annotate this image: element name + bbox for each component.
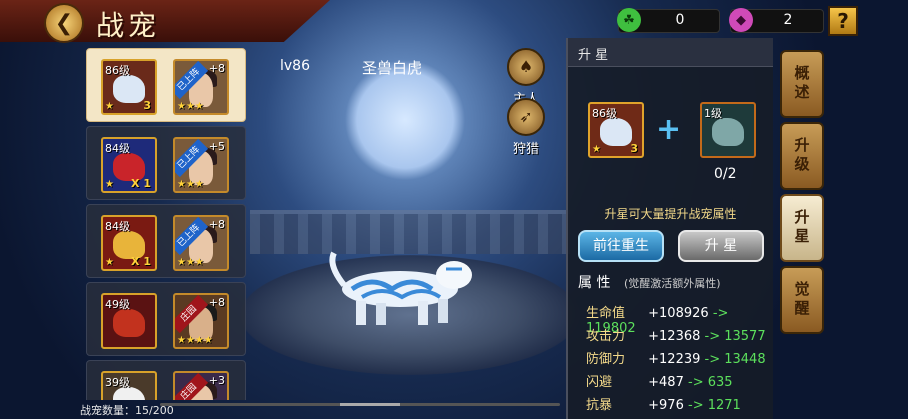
white-tiger-model <box>329 251 472 325</box>
attribute-name: 抗暴 <box>586 398 613 413</box>
attribute-current: +108926 <box>648 306 709 321</box>
pet-list[interactable]: 86级 ★ 3 已上阵 +8 ★★★ 84级 ★ X 1 已上阵 +5 ★★★ <box>86 48 246 400</box>
attribute-next: -> 13448 <box>704 352 766 367</box>
currency-gem: ◆ 2 <box>729 8 824 33</box>
pet-level: 86级 <box>105 64 130 77</box>
material-level: 1级 <box>704 107 722 120</box>
attribute-next: -> 635 <box>688 375 733 390</box>
white-tiger-icon <box>600 118 632 146</box>
plus-icon: + <box>656 112 682 147</box>
hunt-label: 狩猎 <box>512 142 539 157</box>
current-pet-count: 3 <box>630 142 638 155</box>
material-pet-slot[interactable]: 1级 <box>700 102 756 158</box>
currency-jade: ☘ 0 <box>617 8 720 33</box>
hero-portrait[interactable]: 已上阵 +5 ★★★ <box>173 137 229 193</box>
attribute-name: 闪避 <box>586 375 613 390</box>
pet-count: X 1 <box>131 177 151 190</box>
gem-value: 2 <box>783 12 793 28</box>
attribute-row: 攻击力 +12368 -> 13577 <box>586 325 766 344</box>
attribute-name: 攻击力 <box>586 329 626 344</box>
pet-portrait[interactable]: 49级 <box>101 293 157 349</box>
hero-plus: +8 <box>208 62 225 75</box>
hero-plus: +5 <box>208 140 225 153</box>
horizontal-scrollbar[interactable] <box>160 403 560 406</box>
attribute-next: -> 13577 <box>704 329 766 344</box>
page-title: 战宠 <box>96 9 161 42</box>
attribute-row: 抗暴 +976 -> 1271 <box>586 394 741 413</box>
pet-list-item[interactable]: 39级 庄园 +3 <box>86 360 246 400</box>
gem-icon: ◆ <box>729 8 753 32</box>
pet-count: 3 <box>143 99 151 112</box>
pet-list-item[interactable]: 86级 ★ 3 已上阵 +8 ★★★ <box>86 48 246 122</box>
star-icon: ★★★ <box>177 101 204 112</box>
attribute-current: +12239 <box>648 352 701 367</box>
help-button[interactable]: ? <box>828 6 858 36</box>
hero-portrait[interactable]: 庄园 +3 <box>173 371 229 400</box>
go-rebirth-button[interactable]: 前往重生 <box>578 230 664 262</box>
attributes-note: (觉醒激活额外属性) <box>624 277 721 290</box>
phoenix-icon <box>113 309 145 337</box>
pet-list-item[interactable]: 84级 ★ X 1 已上阵 +8 ★★★ <box>86 204 246 278</box>
star-icon: ★ <box>592 144 601 155</box>
attribute-name: 生命值 <box>586 306 626 321</box>
attribute-name: 防御力 <box>586 352 626 367</box>
pet-portrait[interactable]: 84级 ★ X 1 <box>101 215 157 271</box>
attribute-current: +487 <box>648 375 684 390</box>
pet-list-item[interactable]: 49级 庄园 +8 ★★★★ <box>86 282 246 356</box>
jade-value: 0 <box>675 12 685 28</box>
bow-icon: ➶ <box>507 98 545 136</box>
pet-list-item[interactable]: 84级 ★ X 1 已上阵 +5 ★★★ <box>86 126 246 200</box>
pet-portrait[interactable]: 84级 ★ X 1 <box>101 137 157 193</box>
tab-level-up[interactable]: 升级 <box>780 122 824 190</box>
white-tiger-icon <box>113 75 145 103</box>
panel-title: 升 星 <box>578 48 609 63</box>
pet-level: 49级 <box>105 298 130 311</box>
hunt-button[interactable]: ➶ 狩猎 <box>507 98 545 157</box>
hero-plus: +8 <box>208 218 225 231</box>
hero-plus: +3 <box>208 374 225 387</box>
pet-portrait[interactable]: 39级 <box>101 371 157 400</box>
star-up-button[interactable]: 升 星 <box>678 230 764 262</box>
attribute-current: +12368 <box>648 329 701 344</box>
back-arrow-icon: ❮ <box>54 10 74 36</box>
attribute-row: 防御力 +12239 -> 13448 <box>586 348 766 367</box>
star-icon: ★★★★ <box>177 335 213 346</box>
star-icon: ★★★ <box>177 179 204 190</box>
tab-overview[interactable]: 概述 <box>780 50 824 118</box>
tab-awaken[interactable]: 觉醒 <box>780 266 824 334</box>
back-button[interactable]: ❮ <box>44 3 84 43</box>
attributes-title: 属 性 <box>578 275 611 291</box>
pet-level: 84级 <box>105 142 130 155</box>
helmet-icon: ♠ <box>507 48 545 86</box>
upgrade-star-panel: 升 星 86级 ★ 3 + 1级 0/2 升星可大量提升战宠属性 前往重生 升 … <box>566 38 773 419</box>
attribute-next: -> 1271 <box>688 398 741 413</box>
scroll-thumb[interactable] <box>340 403 400 406</box>
current-pet-slot[interactable]: 86级 ★ 3 <box>588 102 644 158</box>
stage-pet-name: 圣兽白虎 <box>362 59 423 77</box>
star-icon: ★ <box>105 179 114 190</box>
star-icon: ★★★ <box>177 257 204 268</box>
star-icon: ★ <box>105 257 114 268</box>
jade-icon: ☘ <box>617 8 641 32</box>
current-pet-level: 86级 <box>592 107 617 120</box>
stage-pet-level: lv86 <box>280 58 310 74</box>
hero-portrait[interactable]: 已上阵 +8 ★★★ <box>173 215 229 271</box>
hero-portrait[interactable]: 庄园 +8 ★★★★ <box>173 293 229 349</box>
upgrade-hint: 升星可大量提升战宠属性 <box>604 207 737 221</box>
star-icon: ★ <box>105 101 114 112</box>
white-tiger-silhouette-icon <box>712 118 744 146</box>
hero-portrait[interactable]: 已上阵 +8 ★★★ <box>173 59 229 115</box>
attribute-current: +976 <box>648 398 684 413</box>
hero-plus: +8 <box>208 296 225 309</box>
pet-level: 84级 <box>105 220 130 233</box>
material-required-count: 0/2 <box>714 166 737 182</box>
pet-count: X 1 <box>131 255 151 268</box>
pet-level: 39级 <box>105 376 130 389</box>
attribute-row: 闪避 +487 -> 635 <box>586 371 733 390</box>
tab-star-up[interactable]: 升星 <box>780 194 824 262</box>
pet-portrait[interactable]: 86级 ★ 3 <box>101 59 157 115</box>
